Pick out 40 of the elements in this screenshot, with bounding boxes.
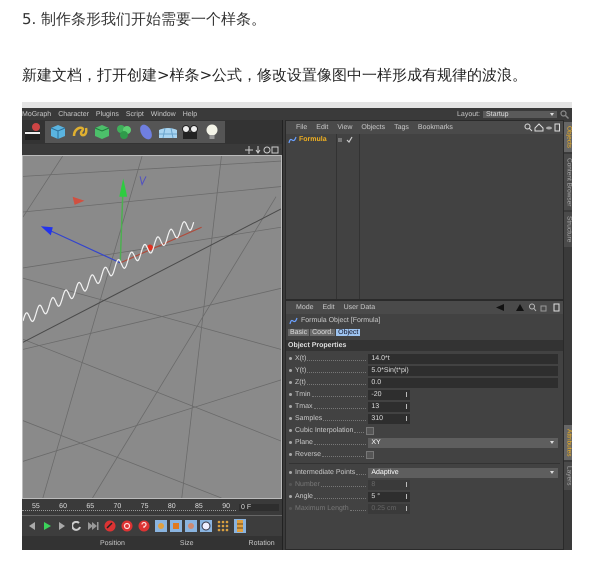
animation-dot-icon[interactable] bbox=[289, 405, 292, 408]
shaded-cube-icon[interactable] bbox=[92, 122, 112, 142]
step-heading: 5. 制作条形我们开始需要一个样条。 bbox=[21, 9, 268, 30]
skip-end-icon[interactable] bbox=[87, 521, 99, 531]
viewport-navigation-icon[interactable] bbox=[245, 146, 279, 154]
loop-icon[interactable] bbox=[72, 521, 82, 531]
play-icon[interactable] bbox=[42, 521, 52, 531]
checkbox[interactable] bbox=[366, 426, 374, 434]
animation-dot-icon[interactable] bbox=[289, 417, 292, 420]
auto-key-icon[interactable] bbox=[121, 520, 133, 532]
formula-spline-icon bbox=[289, 316, 298, 324]
search-icon[interactable] bbox=[560, 110, 569, 118]
spline-icon bbox=[288, 136, 297, 144]
checkbox[interactable] bbox=[366, 450, 374, 458]
animation-dot-icon[interactable] bbox=[289, 495, 292, 498]
attribute-tools-icon[interactable] bbox=[496, 303, 560, 312]
animation-dot-icon[interactable] bbox=[289, 357, 292, 360]
point-grid-icon[interactable] bbox=[217, 520, 229, 532]
parameter-key-icon[interactable] bbox=[200, 520, 212, 532]
camera-icon[interactable] bbox=[180, 122, 200, 142]
panel-tools-icon[interactable] bbox=[524, 123, 560, 132]
instruction-text: 新建文档，打开创建>样条>公式，修改设置像图中一样形成有规律的波浪。 bbox=[21, 65, 528, 86]
animation-dot-icon[interactable] bbox=[289, 453, 292, 456]
step-back-icon[interactable] bbox=[27, 521, 37, 531]
cluster-icon[interactable] bbox=[114, 122, 134, 142]
animation-dot-icon[interactable] bbox=[289, 381, 292, 384]
axis-gizmo-drawing[interactable] bbox=[40, 176, 202, 264]
animation-dot-icon[interactable] bbox=[289, 393, 292, 396]
record-key-icon[interactable] bbox=[104, 520, 116, 532]
cube-icon[interactable] bbox=[48, 122, 68, 142]
animation-dot-icon[interactable] bbox=[289, 471, 292, 474]
spline-curve[interactable] bbox=[23, 220, 194, 322]
animation-dot-icon[interactable] bbox=[289, 369, 292, 372]
step-forward-icon[interactable] bbox=[57, 521, 67, 531]
help-key-icon[interactable] bbox=[138, 520, 150, 532]
visibility-check-icon[interactable] bbox=[337, 136, 353, 144]
animation-dot-icon[interactable] bbox=[289, 441, 292, 444]
film-strip-icon[interactable] bbox=[234, 519, 246, 533]
animation-dot-icon[interactable] bbox=[289, 429, 292, 432]
clapperboard-icon[interactable] bbox=[23, 122, 43, 142]
